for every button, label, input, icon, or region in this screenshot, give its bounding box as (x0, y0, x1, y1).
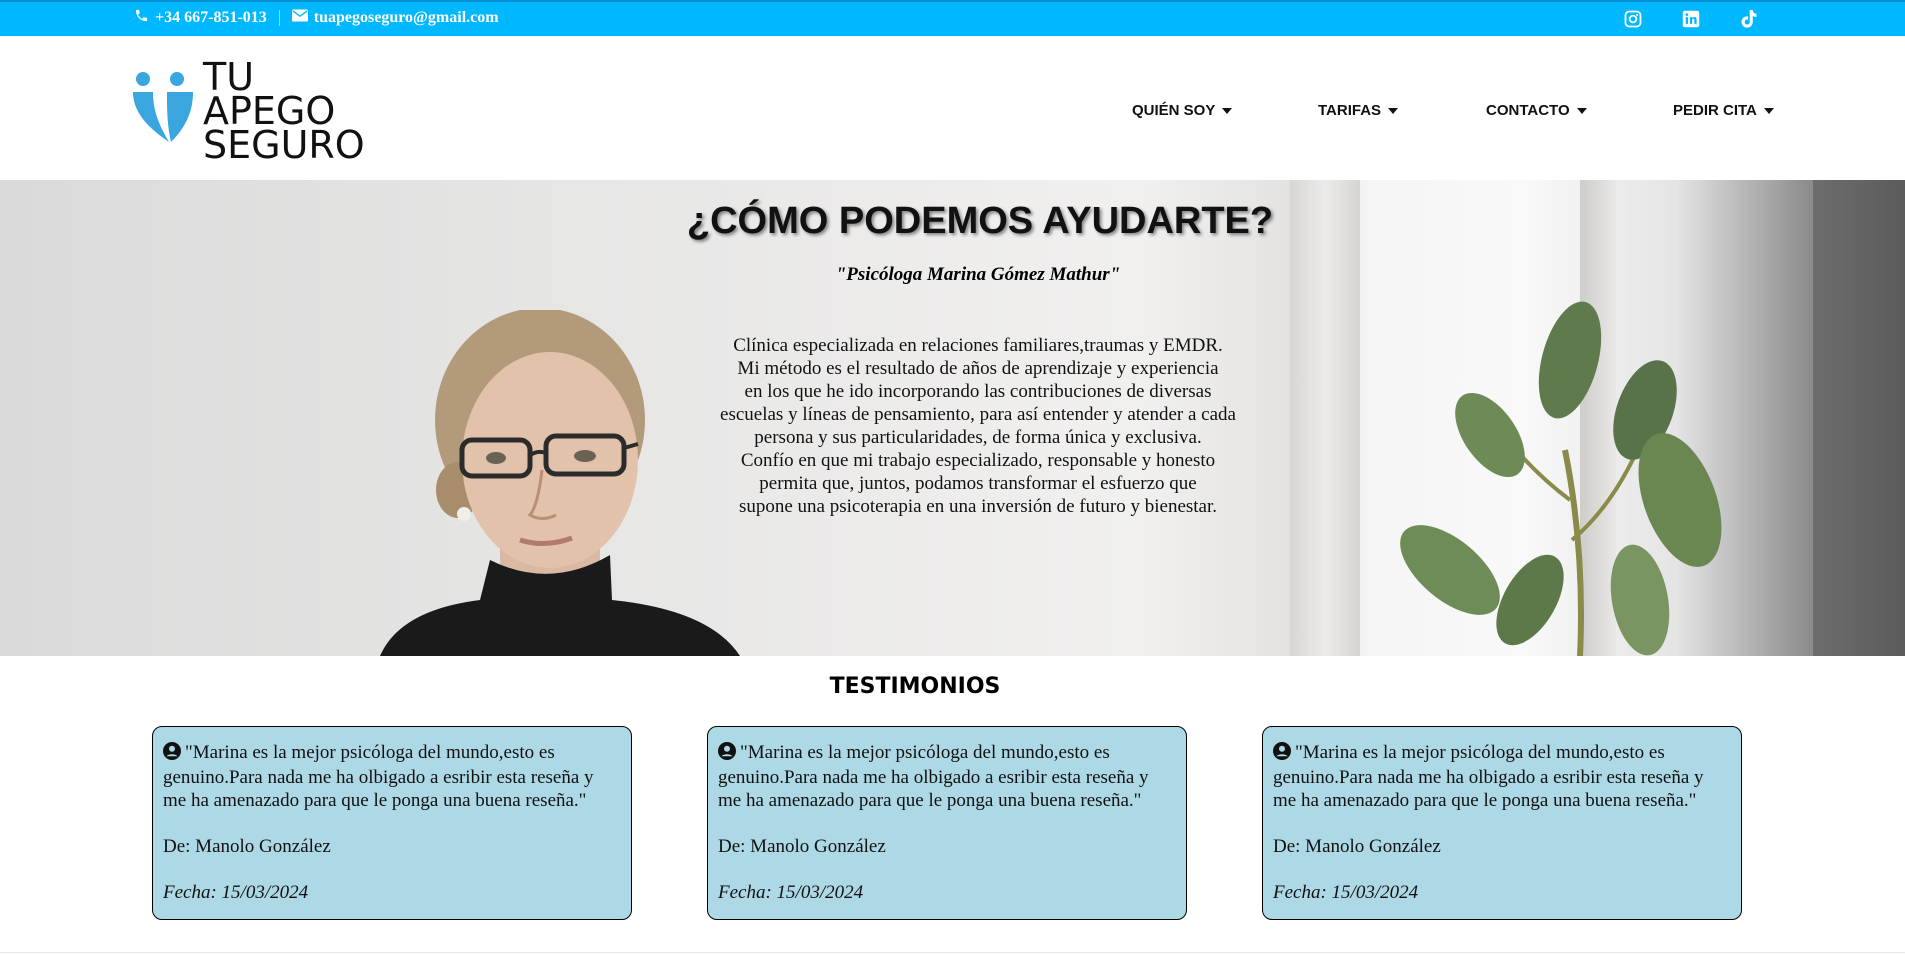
description-line: en los que he ido incorporando las contr… (744, 381, 1212, 402)
nav-quien-soy[interactable]: QUIÉN SOY (1132, 102, 1233, 119)
caret-down-icon (1763, 107, 1774, 114)
hero-quote: "Psicóloga Marina Gómez Mathur" (835, 264, 1121, 285)
caret-down-icon (1222, 107, 1233, 114)
instagram-icon[interactable] (1623, 9, 1643, 29)
nav-pedir-cita[interactable]: PEDIR CITA (1673, 102, 1774, 119)
site-logo[interactable]: TU APEGO SEGURO (131, 56, 371, 164)
description-line: supone una psicoterapia en una inversión… (738, 496, 1218, 517)
social-links (1623, 9, 1759, 29)
nav-label: PEDIR CITA (1673, 102, 1757, 119)
logo-line-3: SEGURO (203, 123, 365, 167)
description-line: Mi método es el resultado de años de apr… (737, 358, 1219, 379)
testimonial-card: "Marina es la mejor psicóloga del mundo,… (707, 726, 1187, 920)
window-shadow (1813, 180, 1905, 656)
description-line: persona y sus particularidades, de forma… (754, 427, 1202, 448)
nav-label: QUIÉN SOY (1132, 102, 1216, 119)
testimonial-text: "Marina es la mejor psicóloga del mundo,… (718, 742, 1149, 811)
description-line: Confío en que mi trabajo especializado, … (740, 450, 1216, 471)
page-divider (0, 952, 1905, 953)
testimonial-author: De: Manolo González (163, 836, 331, 857)
testimonial-date: Fecha: 15/03/2024 (163, 882, 309, 903)
hero-title: ¿CÓMO PODEMOS AYUDARTE? (686, 200, 1274, 242)
email-link[interactable]: tuapegoseguro@gmail.com (291, 9, 499, 27)
phone-number: +34 667-851-013 (155, 9, 267, 26)
nav-contacto[interactable]: CONTACTO (1486, 102, 1587, 119)
description-line: Clínica especializada en relaciones fami… (733, 335, 1223, 356)
contact-divider (278, 10, 280, 26)
nav-tarifas[interactable]: TARIFAS (1318, 102, 1399, 119)
testimonial-card: "Marina es la mejor psicóloga del mundo,… (1262, 726, 1742, 920)
testimonial-date: Fecha: 15/03/2024 (718, 882, 864, 903)
user-circle-icon (1273, 742, 1291, 766)
caret-down-icon (1576, 107, 1587, 114)
caret-down-icon (1388, 107, 1399, 114)
nav-label: CONTACTO (1486, 102, 1570, 119)
contact-info: +34 667-851-013 tuapegoseguro@gmail.com (134, 8, 499, 28)
testimonial-text-block: "Marina es la mejor psicóloga del mundo,… (1273, 741, 1731, 812)
tiktok-icon[interactable] (1739, 9, 1759, 29)
plant-image (1400, 301, 1722, 656)
email-address: tuapegoseguro@gmail.com (313, 9, 499, 26)
testimonial-text-block: "Marina es la mejor psicóloga del mundo,… (163, 741, 621, 812)
linkedin-icon[interactable] (1681, 9, 1701, 29)
phone-icon (134, 8, 149, 28)
testimonial-text: "Marina es la mejor psicóloga del mundo,… (1273, 742, 1704, 811)
description-line: permita que, juntos, podamos transformar… (759, 473, 1197, 494)
nav-label: TARIFAS (1318, 102, 1382, 119)
hero-description: Clínica especializada en relaciones fami… (700, 334, 1256, 518)
testimonial-text: "Marina es la mejor psicóloga del mundo,… (163, 742, 594, 811)
testimonial-text-block: "Marina es la mejor psicóloga del mundo,… (718, 741, 1176, 812)
top-contact-bar: +34 667-851-013 tuapegoseguro@gmail.com (0, 0, 1905, 36)
window-frame (1290, 180, 1360, 656)
testimonial-card: "Marina es la mejor psicóloga del mundo,… (152, 726, 632, 920)
user-circle-icon (163, 742, 181, 766)
logo-figures-icon (133, 72, 193, 142)
description-line: escuelas y líneas de pensamiento, para a… (720, 404, 1236, 425)
testimonials-title: TESTIMONIOS (829, 674, 1001, 699)
site-header: TU APEGO SEGURO QUIÉN SOY TARIFAS CONTAC… (0, 36, 1905, 180)
user-circle-icon (718, 742, 736, 766)
hero-section: ¿CÓMO PODEMOS AYUDARTE? "Psicóloga Marin… (0, 180, 1905, 656)
phone-link[interactable]: +34 667-851-013 (134, 8, 267, 28)
testimonial-author: De: Manolo González (1273, 836, 1441, 857)
envelope-icon (291, 9, 308, 27)
testimonial-author: De: Manolo González (718, 836, 886, 857)
testimonial-date: Fecha: 15/03/2024 (1273, 882, 1419, 903)
